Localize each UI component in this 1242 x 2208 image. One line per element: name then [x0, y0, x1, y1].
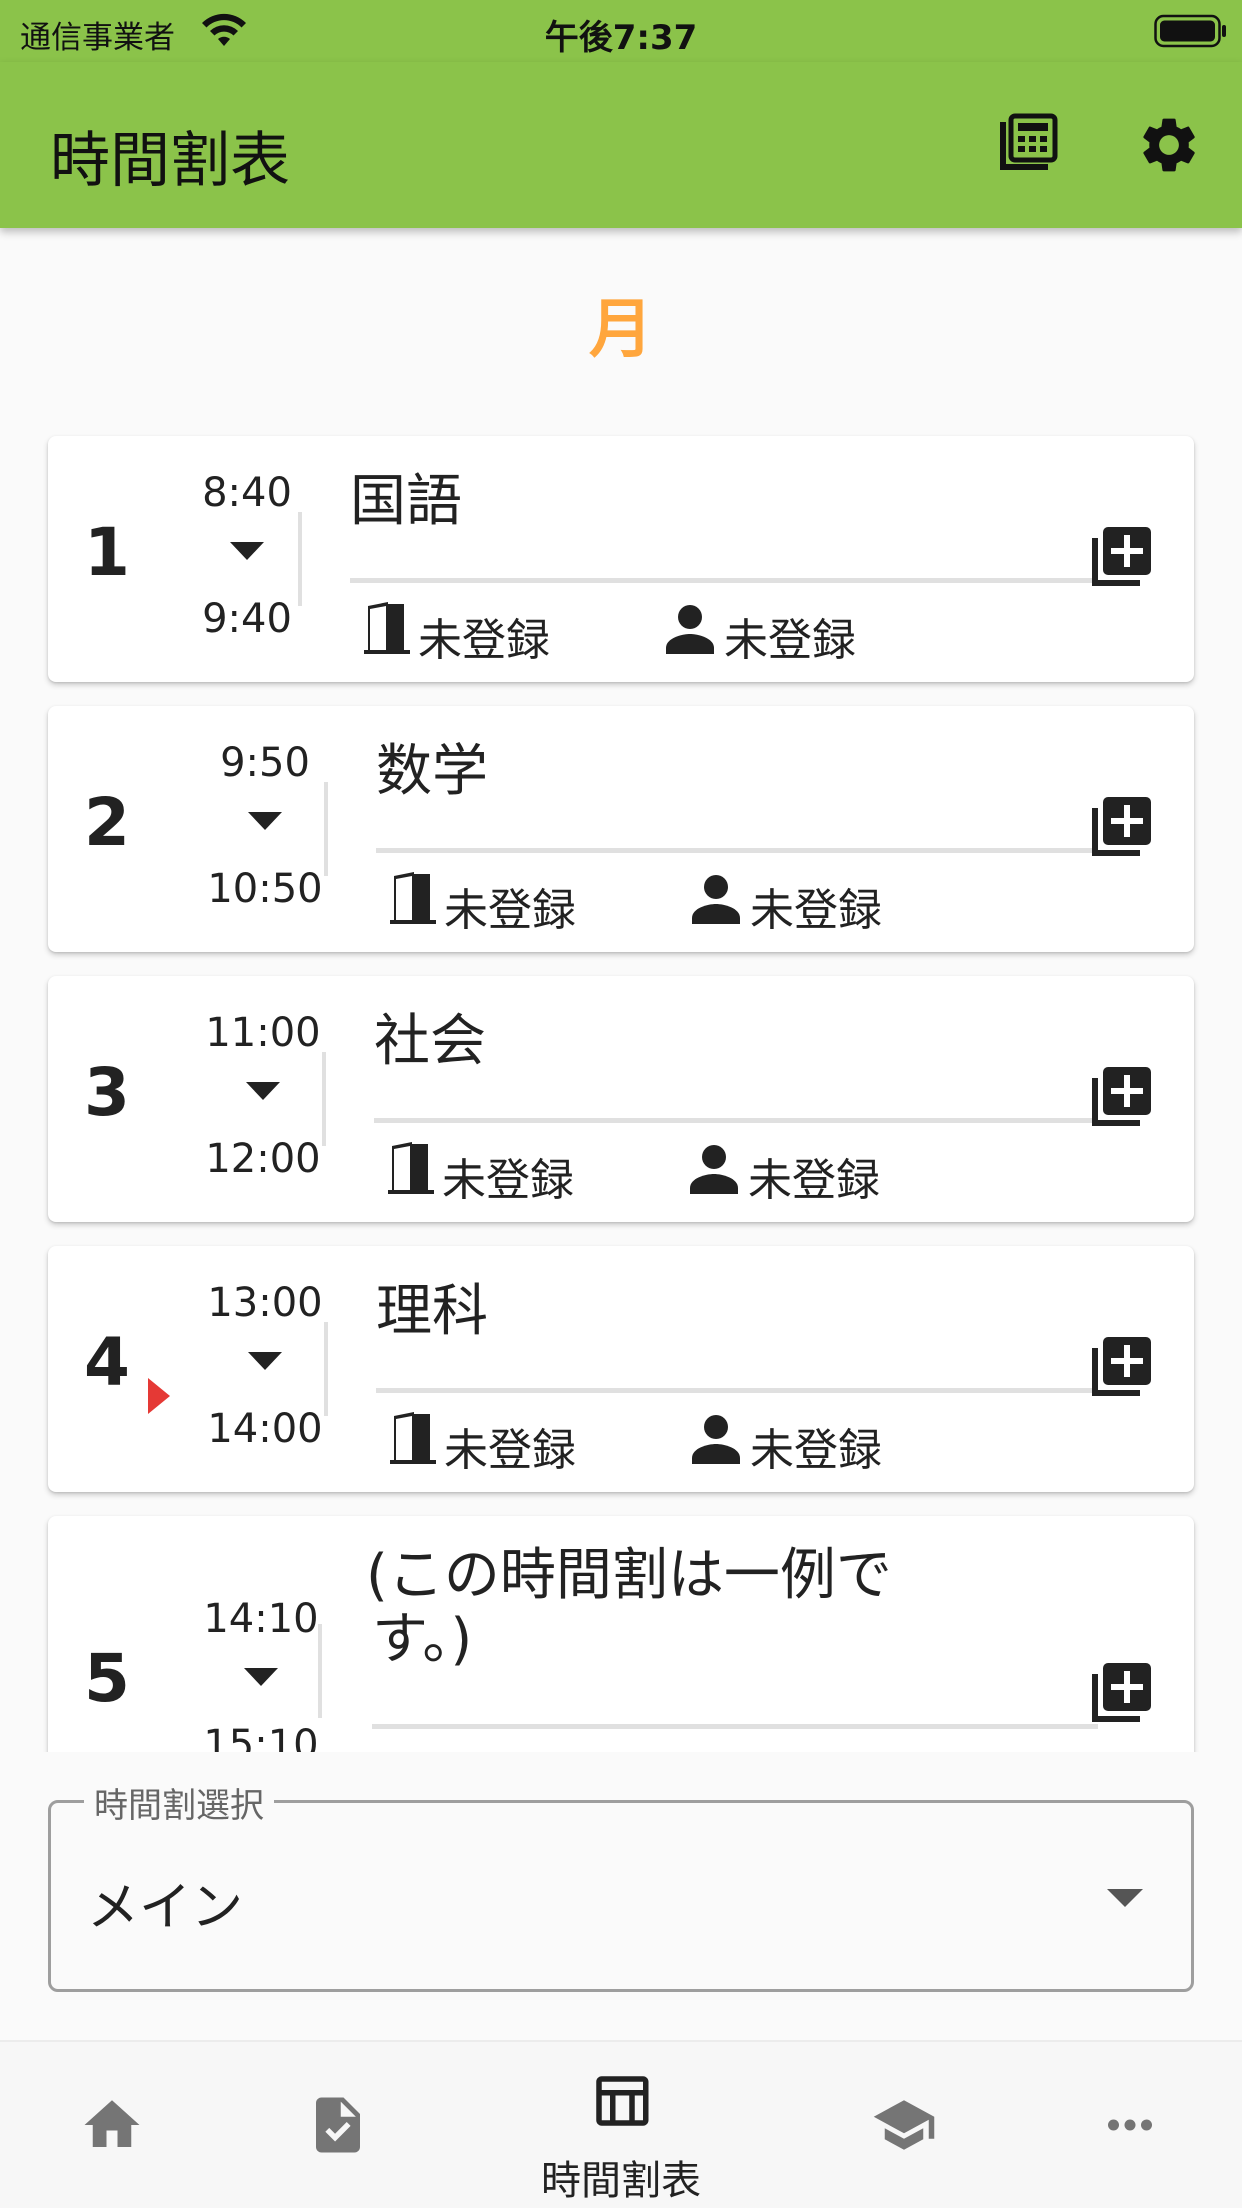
- add-to-list-button[interactable]: [1086, 792, 1156, 862]
- timetable-select-label: 時間割選択: [84, 1778, 274, 1827]
- period-number: 5: [84, 1640, 130, 1717]
- period-number: 3: [84, 1054, 130, 1131]
- period-card[interactable]: 2 9:50 10:50 数学 未登録 未登録: [48, 706, 1194, 952]
- period-meta: 未登録 未登録: [360, 602, 1060, 666]
- divider: [324, 782, 328, 876]
- period-time: 9:50 10:50: [190, 738, 340, 928]
- timetable-icon[interactable]: [588, 2068, 654, 2134]
- battery-icon: [1154, 14, 1226, 48]
- person-icon: [692, 875, 740, 924]
- calculator-icon[interactable]: [994, 112, 1060, 178]
- person-icon: [690, 1145, 738, 1194]
- period-time: 11:00 12:00: [188, 1008, 338, 1198]
- person-icon: [692, 1415, 740, 1464]
- person-icon: [666, 605, 714, 654]
- end-time: 10:50: [207, 866, 323, 912]
- period-meta: 未登録 未登録: [386, 1412, 1086, 1476]
- subject-name[interactable]: 社会: [374, 1010, 486, 1074]
- door-icon: [390, 1412, 436, 1464]
- period-card[interactable]: 3 11:00 12:00 社会 未登録 未登録: [48, 976, 1194, 1222]
- nav-item-assignments[interactable]: [248, 2042, 428, 2208]
- room-value: 未登録: [418, 615, 550, 666]
- period-list[interactable]: 1 8:40 9:40 国語 未登録 未登録 2 9:50 10:50 数学 未…: [0, 420, 1242, 1752]
- start-time: 13:00: [207, 1280, 323, 1326]
- period-time: 14:10 15:10: [186, 1594, 336, 1752]
- nav-item-school[interactable]: [814, 2042, 994, 2208]
- arrow-down-icon: [186, 1644, 336, 1720]
- period-number: 4: [84, 1324, 130, 1401]
- arrow-down-icon: [190, 788, 340, 864]
- timetable-select-area: メイン 時間割選択: [0, 1752, 1242, 2042]
- period-card[interactable]: 1 8:40 9:40 国語 未登録 未登録: [48, 436, 1194, 682]
- subject-underline: [350, 578, 1098, 583]
- status-time: 午後7:37: [544, 18, 698, 58]
- nav-item-more[interactable]: [1040, 2042, 1220, 2208]
- divider: [324, 1322, 328, 1416]
- teacher-value: 未登録: [724, 615, 856, 666]
- home-icon[interactable]: [79, 2092, 145, 2158]
- arrow-down-icon: [190, 1328, 340, 1404]
- app-bar: 時間割表: [0, 62, 1242, 228]
- subject-underline: [372, 1724, 1098, 1729]
- more-horizontal-icon[interactable]: [1097, 2092, 1163, 2158]
- period-card[interactable]: 5 14:10 15:10 (この時間割は一例で す。): [48, 1516, 1194, 1752]
- start-time: 9:50: [220, 740, 310, 786]
- period-time: 13:00 14:00: [190, 1278, 340, 1468]
- room-value: 未登録: [444, 885, 576, 936]
- add-to-list-button[interactable]: [1086, 522, 1156, 592]
- add-to-list-button[interactable]: [1086, 1332, 1156, 1402]
- page-title: 時間割表: [50, 126, 290, 196]
- subject-name[interactable]: 国語: [350, 470, 462, 534]
- school-cap-icon[interactable]: [871, 2092, 937, 2158]
- end-time: 14:00: [207, 1406, 323, 1452]
- divider: [322, 1052, 326, 1146]
- add-to-list-button[interactable]: [1086, 1062, 1156, 1132]
- start-time: 8:40: [202, 470, 292, 516]
- subject-name[interactable]: 数学: [376, 740, 488, 804]
- start-time: 11:00: [205, 1010, 321, 1056]
- dropdown-arrow-icon[interactable]: [1107, 1889, 1143, 1909]
- teacher-value: 未登録: [750, 1425, 882, 1476]
- subject-name-line2[interactable]: す。): [372, 1608, 472, 1672]
- nav-item-timetable[interactable]: 時間割表: [531, 2042, 711, 2208]
- day-heading: 月: [589, 293, 653, 367]
- end-time: 12:00: [205, 1136, 321, 1182]
- subject-name[interactable]: 理科: [376, 1280, 488, 1344]
- nav-label-timetable[interactable]: 時間割表: [531, 2148, 711, 2206]
- door-icon: [388, 1142, 434, 1194]
- subject-underline: [376, 848, 1098, 853]
- subject-underline: [376, 1388, 1098, 1393]
- room-value: 未登録: [442, 1155, 574, 1206]
- divider: [318, 1624, 322, 1718]
- period-number: 1: [84, 514, 130, 591]
- arrow-down-icon: [188, 1058, 338, 1134]
- period-meta: 未登録 未登録: [384, 1142, 1084, 1206]
- door-icon: [364, 602, 410, 654]
- period-number: 2: [84, 784, 130, 861]
- teacher-value: 未登録: [750, 885, 882, 936]
- bottom-navigation: 時間割表: [0, 2040, 1242, 2208]
- status-bar: 通信事業者 午後7:37: [0, 0, 1242, 62]
- period-meta: 未登録 未登録: [386, 872, 1086, 936]
- gear-icon[interactable]: [1136, 112, 1202, 178]
- current-period-marker: [148, 1378, 170, 1414]
- teacher-value: 未登録: [748, 1155, 880, 1206]
- timetable-select[interactable]: メイン: [48, 1800, 1194, 1992]
- room-value: 未登録: [444, 1425, 576, 1476]
- divider: [298, 512, 302, 606]
- timetable-select-value[interactable]: メイン: [87, 1865, 243, 1940]
- assignment-check-icon[interactable]: [305, 2092, 371, 2158]
- subject-underline: [374, 1118, 1098, 1123]
- start-time: 14:10: [203, 1596, 319, 1642]
- subject-name[interactable]: (この時間割は一例で: [366, 1544, 892, 1608]
- nav-item-home[interactable]: [22, 2042, 202, 2208]
- end-time: 15:10: [203, 1722, 319, 1752]
- add-to-list-button[interactable]: [1086, 1658, 1156, 1728]
- period-card[interactable]: 4 13:00 14:00 理科 未登録 未登録: [48, 1246, 1194, 1492]
- door-icon: [390, 872, 436, 924]
